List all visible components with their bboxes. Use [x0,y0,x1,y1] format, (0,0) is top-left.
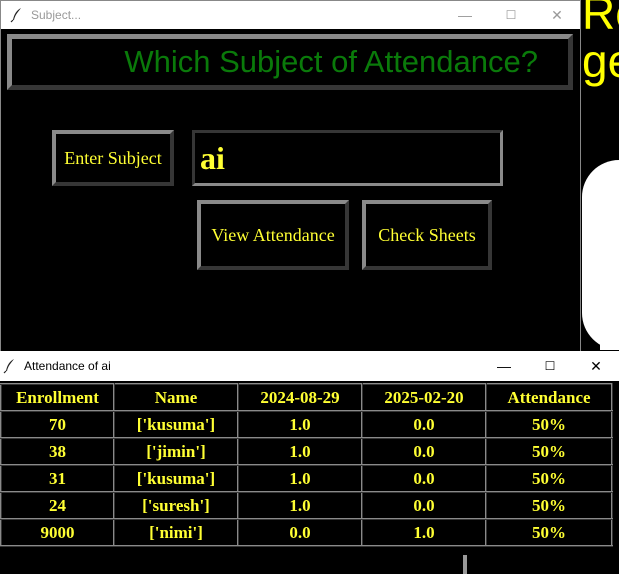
maximize-icon: ☐ [505,8,517,22]
cell-name: ['suresh'] [113,491,239,520]
cell-name: ['jimin'] [113,437,239,466]
subject-window-titlebar[interactable]: Subject... — ☐ ✕ [1,1,580,29]
close-icon: ✕ [551,6,563,23]
cell-enrollment: 24 [0,491,115,520]
cell-enrollment: 38 [0,437,115,466]
maximize-button[interactable]: ☐ [527,351,573,381]
attendance-window-titlebar[interactable]: Attendance of ai — ☐ ✕ [0,351,619,381]
heading-label-box: Which Subject of Attendance? [7,34,573,90]
cell-date-2: 0.0 [361,410,487,439]
minimize-button[interactable]: — [442,1,488,29]
background-text-top: Re [582,0,619,39]
cell-date-1: 1.0 [237,491,363,520]
minimize-icon: — [497,358,511,374]
table-row: 9000 ['nimi'] 0.0 1.0 50% [0,518,613,547]
maximize-button[interactable]: ☐ [488,1,534,29]
column-header-date-1: 2024-08-29 [237,383,363,412]
close-icon: ✕ [590,357,602,374]
cell-date-1: 1.0 [237,464,363,493]
table-header-row: Enrollment Name 2024-08-29 2025-02-20 At… [0,383,613,412]
table-row: 31 ['kusuma'] 1.0 0.0 50% [0,464,613,493]
cell-date-2: 0.0 [361,464,487,493]
feather-icon [3,359,14,374]
cell-date-2: 1.0 [361,518,487,547]
cell-date-1: 1.0 [237,437,363,466]
cell-attendance: 50% [485,491,613,520]
column-header-enrollment: Enrollment [0,383,115,412]
cell-attendance: 50% [485,410,613,439]
subject-window-title: Subject... [31,8,82,22]
cell-date-2: 0.0 [361,491,487,520]
table-row: 38 ['jimin'] 1.0 0.0 50% [0,437,613,466]
attendance-window-title: Attendance of ai [24,359,111,373]
close-button[interactable]: ✕ [573,351,619,381]
close-button[interactable]: ✕ [534,1,580,29]
subject-window: Subject... — ☐ ✕ Which Subject of Attend… [0,0,581,352]
check-sheets-button[interactable]: Check Sheets [362,200,492,270]
cell-enrollment: 70 [0,410,115,439]
minimize-button[interactable]: — [481,351,527,381]
background-text-mid: ge [582,35,619,87]
enter-subject-label: Enter Subject [52,130,174,186]
cell-enrollment: 9000 [0,518,115,547]
cell-name: ['nimi'] [113,518,239,547]
column-header-name: Name [113,383,239,412]
maximize-icon: ☐ [544,359,556,373]
cell-name: ['kusuma'] [113,464,239,493]
cell-attendance: 50% [485,518,613,547]
view-attendance-button[interactable]: View Attendance [197,200,349,270]
feather-icon [10,8,21,23]
cell-date-1: 0.0 [237,518,363,547]
attendance-window: Attendance of ai — ☐ ✕ Enrollment Name 2… [0,351,619,574]
cell-attendance: 50% [485,464,613,493]
page-title: Which Subject of Attendance? [124,44,538,79]
cell-date-2: 0.0 [361,437,487,466]
scrollbar-fragment [463,555,467,574]
cell-attendance: 50% [485,437,613,466]
table-row: 70 ['kusuma'] 1.0 0.0 50% [0,410,613,439]
cell-enrollment: 31 [0,464,115,493]
minimize-icon: — [458,7,472,23]
cell-name: ['kusuma'] [113,410,239,439]
column-header-date-2: 2025-02-20 [361,383,487,412]
subject-input[interactable]: ai [192,130,503,186]
cell-date-1: 1.0 [237,410,363,439]
table-row: 24 ['suresh'] 1.0 0.0 50% [0,491,613,520]
column-header-attendance: Attendance [485,383,613,412]
attendance-table: Enrollment Name 2024-08-29 2025-02-20 At… [0,383,613,547]
